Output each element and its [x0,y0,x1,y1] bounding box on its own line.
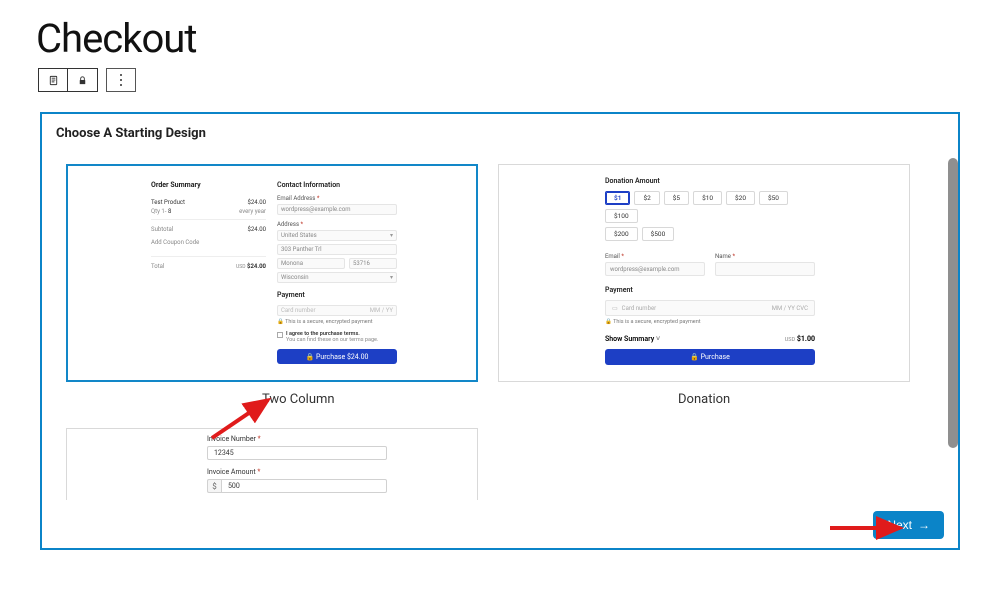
address-label: Address [277,221,299,228]
donation-amount-chip: $50 [759,191,788,205]
donation-payment-heading: Payment [605,286,815,294]
zip-field: 53716 [349,258,397,269]
purchase-button: 🔒 Purchase $24.00 [277,349,397,364]
order-summary-heading: Order Summary [151,181,266,189]
donation-total: $1.00 [797,335,815,343]
donation-amount-heading: Donation Amount [605,177,815,185]
coupon-label: Add Coupon Code [151,239,199,246]
agree-sub: You can find these on our terms page. [286,337,378,343]
qty-label: Qty 1- [151,208,166,215]
show-summary-toggle: Show Summary ˅ [605,335,660,343]
template-label-donation: Donation [678,392,730,407]
panel-heading: Choose A Starting Design [56,126,206,141]
lock-icon [77,75,88,86]
donation-amount-chip: $5 [664,191,689,205]
lock-button[interactable] [68,68,98,92]
templates-scroll: Order Summary Test Product $24.00 Qty 1-… [42,152,958,500]
email-field: wordpress@example.com [277,204,397,215]
dollar-icon: $ [207,479,221,493]
donation-email-field: wordpress@example.com [605,262,705,276]
scrollbar-thumb[interactable] [948,158,958,448]
donation-amount-chips: $1 $2 $5 $10 $20 $50 $100 $200 $500 [605,191,815,245]
kebab-icon [120,79,122,81]
invoice-amount-field: 500 [221,479,387,493]
template-card-two-column[interactable]: Order Summary Test Product $24.00 Qty 1-… [66,164,478,382]
donation-name-label: Name [715,253,731,260]
total-value: $24.00 [247,263,266,270]
subtotal-value: $24.00 [248,226,266,233]
annotation-arrow [208,394,278,446]
invoice-amount-label: Invoice Amount [207,468,256,476]
donation-card-field: ▭ Card number MM / YY CVC [605,300,815,316]
contact-heading: Contact Information [277,181,397,189]
product-price: $24.00 [248,199,266,206]
total-label: Total [151,263,164,270]
page-type-icon-button[interactable] [38,68,68,92]
street-field: 303 Panther Trl [277,244,397,255]
invoice-number-field: 12345 [207,446,387,460]
total-currency: USD [236,264,246,270]
qty-value: 8 [168,208,171,215]
card-field: Card number MM / YY [277,305,397,316]
secure-note: 🔒 This is a secure, encrypted payment [277,319,397,325]
donation-amount-chip: $20 [726,191,755,205]
donation-amount-chip: $100 [605,209,638,223]
template-card-donation[interactable]: Donation Amount $1$2$5$10$20$50$100$200$… [498,164,910,382]
donation-amount-chip: $200 [605,227,638,241]
city-field: Monona [277,258,345,269]
arrow-right-icon: → [918,518,930,532]
donation-secure-note: 🔒 This is a secure, encrypted payment [605,319,815,325]
donation-amount-chip: $2 [634,191,659,205]
donation-total-currency: USD [785,337,795,343]
annotation-arrow [828,517,908,543]
more-options-button[interactable] [106,68,136,92]
product-name: Test Product [151,199,185,206]
payment-heading: Payment [277,291,397,299]
document-icon [48,75,59,86]
donation-name-field [715,262,815,276]
donation-email-label: Email [605,253,620,260]
donation-amount-chip: $1 [605,191,630,205]
state-select: Wisconsin [277,272,397,283]
design-chooser-panel: Choose A Starting Design Order Summary T… [40,112,960,550]
panel-footer: Next → [42,502,958,548]
block-toolbar [38,68,136,92]
subtotal-label: Subtotal [151,226,173,233]
country-select: United States [277,230,397,241]
donation-amount-chip: $10 [693,191,722,205]
donation-purchase-button: 🔒 Purchase [605,349,815,365]
page-title: Checkout [36,15,196,62]
agree-checkbox [277,332,283,338]
email-label: Email Address [277,195,315,202]
recurrence: every year [239,208,266,215]
donation-amount-chip: $500 [642,227,675,241]
